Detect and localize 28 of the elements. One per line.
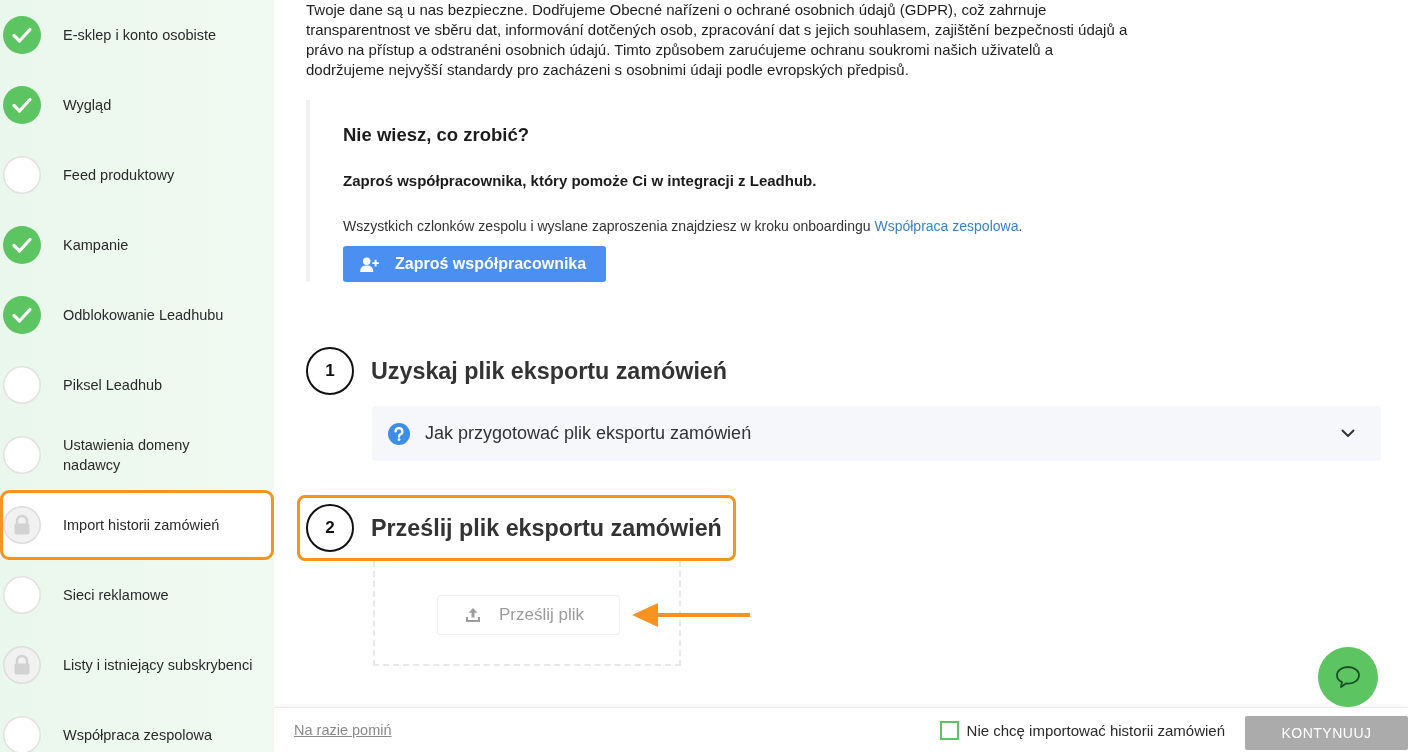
sidebar-item[interactable]: Odblokowanie Leadhubu [0,280,274,350]
accordion-header[interactable]: Jak przygotować plik eksportu zamówień [372,406,1381,461]
sidebar-item[interactable]: Kampanie [0,210,274,280]
user-plus-icon [360,256,379,272]
sidebar-item[interactable]: Piksel Leadhub [0,350,274,420]
sidebar-item[interactable]: Współpraca zespolowa [0,700,274,752]
help-icon [388,422,410,445]
step-number: 2 [306,504,354,552]
upload-icon [465,607,481,623]
step-number: 1 [306,347,354,395]
sidebar-item[interactable]: E-sklep i konto osobiste [0,0,274,70]
sidebar-item[interactable]: Wygląd [0,70,274,140]
checkbox[interactable] [939,720,959,740]
skip-link[interactable]: Na razie pomiń [294,722,392,738]
sidebar-item[interactable]: Sieci reklamowe [0,560,274,630]
sidebar-item[interactable]: Feed produktowy [0,140,274,210]
privacy-text: Twoje dane są u nas bezpieczne. Dodřujeme Obecné nařízeni o ochrané osobnich údajů (GDPR), což zahrnuje transparentnost ve sběru dat, informování dotčených osob, zpracování dat s jejich souhlasem, zajištění bezpečnosti údajů a právo na přístup a odstranéni osobnich údajú. Timto způsobem zarućujeme ochranu soukromi našich uživatelů a dodržujeme nejvyšší standardy pro zacházeni s osobnimi údaji podle evropských předpisů. [306,0,1129,80]
sidebar-item[interactable]: Ustawienia domeny nadawcy [0,420,274,490]
sidebar-item[interactable]: Listy i istniejący subskrybenci [0,630,274,700]
help-title: Nie wiesz, co zrobić? [343,123,531,147]
chat-button[interactable] [1318,647,1378,707]
step-title: Uzyskaj plik eksportu zamówień [371,357,728,386]
help-subtitle: Zaproś współpracownika, który pomoże Ci w integracji z Leadhub. [343,171,818,191]
checkbox-label: Nie chcę importować historii zamówień [966,721,1225,739]
sidebar-item[interactable]: Import historii zamówień [0,490,274,560]
step-title: Prześlij plik eksportu zamówień [371,514,722,543]
speech-bubble-icon [1335,665,1361,689]
help-description: Wszystkich czlonków zespolu i wyslane zaproszenia znajdziesz w kroku onboardingu Współpraca zespolowa. [343,217,1024,236]
